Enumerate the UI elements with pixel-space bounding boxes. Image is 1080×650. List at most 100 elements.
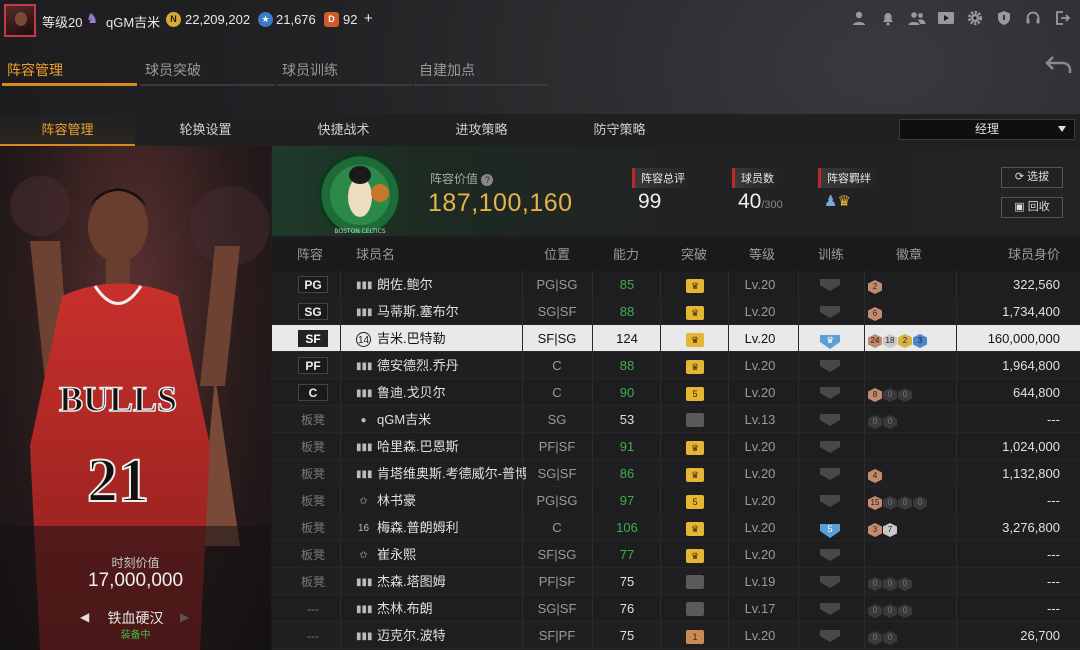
breakthrough-cell[interactable] xyxy=(662,406,728,432)
player-card[interactable]: BULLS 21 时刻价值 17,000,000 ◀ 铁血硬汉 ▶ 装备中 xyxy=(0,146,271,650)
badges-cell[interactable]: 800 xyxy=(868,379,954,405)
breakthrough-cell[interactable]: ♛ xyxy=(662,298,728,324)
breakthrough-cell[interactable]: ♛ xyxy=(662,541,728,567)
training-cell[interactable] xyxy=(800,271,860,297)
badges-cell[interactable]: 000 xyxy=(868,568,954,594)
col-training[interactable]: 训练 xyxy=(818,238,844,271)
subtab-lineup[interactable]: 阵容管理 xyxy=(0,114,135,146)
shield-lock-icon[interactable] xyxy=(994,10,1014,30)
tab-breakthrough[interactable]: 球员突破 xyxy=(140,54,275,86)
training-cell[interactable] xyxy=(800,622,860,648)
help-icon[interactable]: ? xyxy=(481,174,494,186)
table-row[interactable]: --- ▮▮▮ 杰林.布朗 SG|SF 76 Lv.17 000 --- xyxy=(272,595,1080,622)
table-row[interactable]: SG ▮▮▮ 马蒂斯.塞布尔 SG|SF 88 ♛ Lv.20 6 1,734,4… xyxy=(272,298,1080,325)
table-row[interactable]: --- ▮▮▮ 迈克尔.波特 SF|PF 75 1 Lv.20 00 26,700 xyxy=(272,622,1080,649)
col-position[interactable]: 位置 xyxy=(544,238,570,271)
subtab-quick-tactics[interactable]: 快捷战术 xyxy=(276,114,411,146)
badges-cell[interactable]: 000 xyxy=(868,595,954,621)
training-cell[interactable] xyxy=(800,487,860,513)
badges-cell[interactable]: 00 xyxy=(868,622,954,648)
breakthrough-cell[interactable]: ♛ xyxy=(662,460,728,486)
subtab-offense[interactable]: 进攻策略 xyxy=(414,114,549,146)
training-cell[interactable] xyxy=(800,433,860,459)
subtab-rotation[interactable]: 轮换设置 xyxy=(138,114,273,146)
training-cell[interactable]: 5 xyxy=(800,514,860,540)
next-card-icon[interactable]: ▶ xyxy=(180,610,189,624)
badges-cell[interactable]: 15 0 0 0 xyxy=(868,487,954,513)
badges-cell[interactable]: 6 xyxy=(868,298,954,324)
exit-icon[interactable] xyxy=(1052,10,1072,30)
training-cell[interactable] xyxy=(800,541,860,567)
player-ability: 75 xyxy=(619,628,635,643)
badges-cell[interactable]: 00 xyxy=(868,406,954,432)
training-cell[interactable] xyxy=(800,352,860,378)
col-value[interactable]: 球员身价 xyxy=(1008,238,1060,271)
col-breakthrough[interactable]: 突破 xyxy=(681,238,707,271)
badges-cell[interactable]: 2 xyxy=(868,271,954,297)
player-name: 杰森.塔图姆 xyxy=(377,574,446,589)
video-icon[interactable] xyxy=(936,10,956,30)
add-points-button[interactable]: + xyxy=(364,10,373,27)
training-shield-icon xyxy=(820,414,840,426)
col-badges[interactable]: 徽章 xyxy=(896,238,922,271)
subtab-defense[interactable]: 防守策略 xyxy=(552,114,687,146)
table-row[interactable]: 板凳 ▮▮▮ 哈里森.巴恩斯 PF|SF 91 ♛ Lv.20 1,024,000 xyxy=(272,433,1080,460)
back-arrow-icon[interactable] xyxy=(1044,53,1074,79)
table-row[interactable]: PF ▮▮▮ 德安德烈.乔丹 C 88 ♛ Lv.20 1,964,800 xyxy=(272,352,1080,379)
table-row[interactable]: 板凳 ✩ 林书豪 PG|SG 97 5 Lv.20 15 0 0 0 --- xyxy=(272,487,1080,514)
select-button[interactable]: ⟳ 选拔 xyxy=(1001,167,1063,188)
training-cell[interactable] xyxy=(800,595,860,621)
badge-icon: 15 xyxy=(868,496,882,510)
badges-cell[interactable] xyxy=(868,433,954,459)
friends-icon[interactable] xyxy=(907,10,927,30)
table-row[interactable]: PG ▮▮▮ 朗佐.鲍尔 PG|SG 85 ♛ Lv.20 2 322,560 xyxy=(272,271,1080,298)
breakthrough-cell[interactable]: 5 xyxy=(662,379,728,405)
table-row[interactable]: C ▮▮▮ 鲁迪.戈贝尔 C 90 5 Lv.20 800 644,800 xyxy=(272,379,1080,406)
badges-cell[interactable]: 37 xyxy=(868,514,954,540)
role-dropdown[interactable]: 经理 xyxy=(899,119,1075,140)
tab-custom-points[interactable]: 自建加点 xyxy=(414,54,549,86)
breakthrough-cell[interactable] xyxy=(662,595,728,621)
avatar[interactable] xyxy=(4,4,36,37)
tab-training[interactable]: 球员训练 xyxy=(277,54,412,86)
training-cell[interactable] xyxy=(800,460,860,486)
badges-cell[interactable] xyxy=(868,352,954,378)
breakthrough-cell[interactable] xyxy=(662,568,728,594)
badges-cell[interactable] xyxy=(868,541,954,567)
support-icon[interactable] xyxy=(1023,10,1043,30)
badges-cell[interactable]: 4 xyxy=(868,460,954,486)
player-level: Lv.20 xyxy=(744,628,776,643)
profile-icon[interactable] xyxy=(849,10,869,30)
col-ability[interactable]: 能力 xyxy=(613,238,639,271)
breakthrough-cell[interactable]: ♛ xyxy=(662,352,728,378)
gear-icon[interactable] xyxy=(965,10,985,30)
crown-icon: ♛ xyxy=(686,522,704,536)
table-row[interactable]: 板凳 16 梅森.普朗姆利 C 106 ♛ Lv.20 5 37 3,276,80… xyxy=(272,514,1080,541)
training-cell[interactable]: ♛ xyxy=(800,325,860,351)
table-row[interactable]: 板凳 ▮▮▮ 杰森.塔图姆 PF|SF 75 Lv.19 000 --- xyxy=(272,568,1080,595)
training-cell[interactable] xyxy=(800,379,860,405)
divider xyxy=(956,379,957,405)
breakthrough-cell[interactable]: 1 xyxy=(662,622,728,648)
col-level[interactable]: 等级 xyxy=(749,238,775,271)
breakthrough-cell[interactable]: ♛ xyxy=(662,514,728,540)
badges-cell[interactable]: 24 18 2 3 xyxy=(868,325,954,351)
col-name[interactable]: 球员名 xyxy=(356,238,395,271)
breakthrough-cell[interactable]: ♛ xyxy=(662,433,728,459)
recycle-button[interactable]: ▣ 回收 xyxy=(1001,197,1063,218)
training-cell[interactable] xyxy=(800,406,860,432)
player-number-icon: 16 xyxy=(357,523,370,535)
table-row[interactable]: 板凳 ● qGM吉米 SG 53 Lv.13 00 --- xyxy=(272,406,1080,433)
training-cell[interactable] xyxy=(800,298,860,324)
table-row[interactable]: SF 14 吉米.巴特勒 SF|SG 124 ♛ Lv.20 ♛ 24 18 2 3 1… xyxy=(272,325,1080,352)
tab-lineup[interactable]: 阵容管理 xyxy=(2,54,137,86)
bond-icons[interactable]: ♟♛ xyxy=(824,192,851,210)
breakthrough-cell[interactable]: ♛ xyxy=(662,325,728,351)
training-cell[interactable] xyxy=(800,568,860,594)
table-row[interactable]: 板凳 ▮▮▮ 肯塔维奥斯.考德威尔-普博 SG|SF 86 ♛ Lv.20 4 1… xyxy=(272,460,1080,487)
bell-icon[interactable] xyxy=(878,10,898,30)
breakthrough-cell[interactable]: 5 xyxy=(662,487,728,513)
col-slot: 阵容 xyxy=(297,247,324,262)
breakthrough-cell[interactable]: ♛ xyxy=(662,271,728,297)
table-row[interactable]: 板凳 ✩ 崔永熙 SF|SG 77 ♛ Lv.20 --- xyxy=(272,541,1080,568)
